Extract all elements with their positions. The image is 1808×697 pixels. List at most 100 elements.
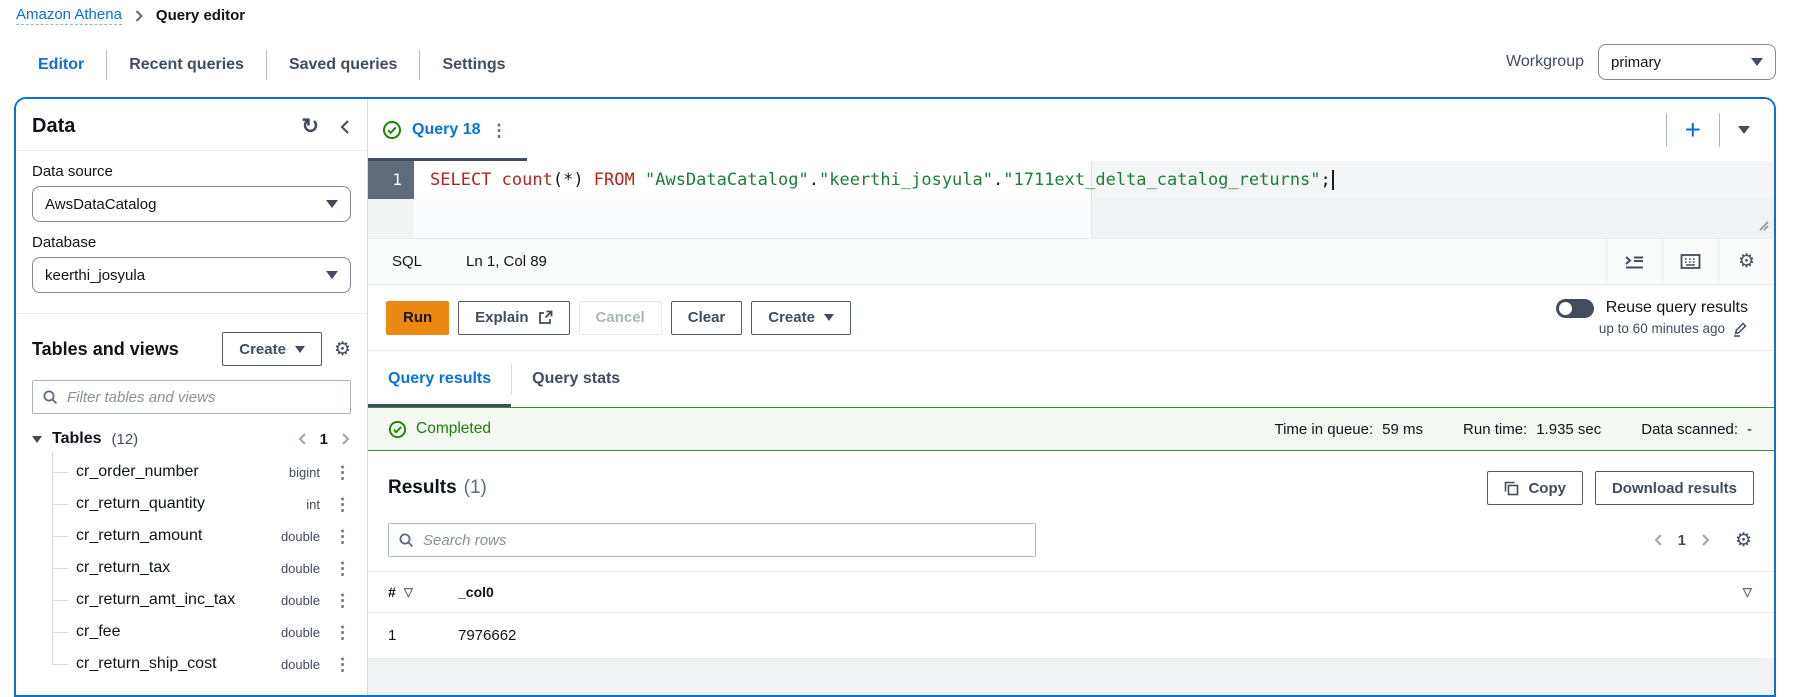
list-item[interactable]: cr_return_amount double ⋮ [52,520,351,552]
database-selected-value: keerthi_josyula [45,267,145,284]
query-tab-kebab-icon[interactable]: ⋮ [490,122,507,139]
edit-pencil-icon[interactable] [1732,321,1748,337]
row-index-cell: 1 [388,627,458,644]
run-button-label: Run [403,309,432,326]
breadcrumb-link-athena[interactable]: Amazon Athena [16,6,122,25]
chevron-down-icon [1751,58,1763,66]
metric-value: 59 ms [1382,421,1423,438]
run-time: Run time: 1.935 sec [1463,421,1601,438]
search-rows-input[interactable] [388,523,1036,557]
kebab-menu-icon[interactable]: ⋮ [334,592,351,609]
editor-status-bar: SQL Ln 1, Col 89 ⚙ [368,239,1774,285]
status-left: SQL Ln 1, Col 89 [368,253,547,270]
kebab-menu-icon[interactable]: ⋮ [334,560,351,577]
kebab-menu-icon[interactable]: ⋮ [334,496,351,513]
list-item[interactable]: cr_order_number bigint ⋮ [52,456,351,488]
explain-button[interactable]: Explain [458,301,569,335]
list-item[interactable]: cr_return_quantity int ⋮ [52,488,351,520]
kebab-menu-icon[interactable]: ⋮ [334,528,351,545]
page-prev-icon[interactable] [297,432,308,446]
page-next-icon[interactable] [1700,533,1711,547]
data-source-select[interactable]: AwsDataCatalog [32,186,351,222]
reuse-results-toggle[interactable] [1556,299,1594,318]
search-icon [42,389,58,405]
column-type: double [281,593,320,608]
editor-settings-gear-icon[interactable]: ⚙ [1718,239,1774,284]
expand-caret-icon[interactable] [32,436,42,443]
divider [1666,113,1667,147]
sql-function: count [491,170,552,190]
sort-filter-icon[interactable]: ▽ [404,585,413,599]
workgroup-select[interactable]: primary [1598,44,1776,80]
metric-label: Data scanned: [1641,421,1738,438]
success-check-icon [388,420,407,439]
resize-handle-icon[interactable] [1755,217,1769,235]
query-tab-title: Query 18 [412,121,480,139]
kebab-menu-icon[interactable]: ⋮ [334,464,351,481]
tab-query-results[interactable]: Query results [368,351,511,407]
tab-recent-queries[interactable]: Recent queries [107,56,266,74]
database-select[interactable]: keerthi_josyula [32,257,351,293]
column-header-col0[interactable]: _col0 [458,584,1743,600]
download-results-button[interactable]: Download results [1595,471,1754,505]
query-tab[interactable]: Query 18 ⋮ [368,99,527,161]
table-row[interactable]: 1 7976662 [368,613,1774,659]
column-name: cr_return_amt_inc_tax [76,591,281,609]
clear-button[interactable]: Clear [671,301,743,335]
query-actions-row: Run Explain Cancel Clear Create Reuse qu… [368,285,1774,351]
tab-query-stats[interactable]: Query stats [512,351,640,407]
cancel-button[interactable]: Cancel [579,301,662,335]
data-sidebar: Data ↻ Data source AwsDataCatalog Databa… [16,99,368,695]
list-item[interactable]: cr_fee double ⋮ [52,616,351,648]
tables-and-views-title: Tables and views [32,339,210,360]
list-item[interactable]: cr_return_amt_inc_tax double ⋮ [52,584,351,616]
index-header-cell: # ▽ [388,584,458,600]
new-tab-plus-icon[interactable]: + [1685,116,1701,144]
results-count: (1) [464,477,487,499]
sql-string: "AwsDataCatalog" [645,170,809,190]
tables-settings-gear-icon[interactable]: ⚙ [334,340,351,359]
tables-group-title: Tables [52,430,102,448]
kebab-menu-icon[interactable]: ⋮ [334,624,351,641]
filter-tables-input[interactable] [32,380,351,414]
copy-button[interactable]: Copy [1487,471,1583,505]
page-next-icon[interactable] [340,432,351,446]
rows-search [388,523,1036,557]
create-button-label: Create [239,341,286,358]
format-code-icon[interactable] [1606,239,1662,284]
download-button-label: Download results [1612,480,1737,497]
list-item[interactable]: cr_return_tax double ⋮ [52,552,351,584]
refresh-icon[interactable]: ↻ [301,116,319,137]
clear-button-label: Clear [688,309,726,326]
success-check-icon [382,120,402,140]
external-link-icon [538,310,553,325]
page-prev-icon[interactable] [1653,533,1664,547]
text-cursor [1332,170,1334,190]
results-title: Results [388,477,457,499]
tab-settings[interactable]: Settings [420,56,527,74]
tab-editor[interactable]: Editor [16,56,106,74]
reuse-results-label: Reuse query results [1606,299,1748,317]
column-filter-icon[interactable]: ▽ [1743,585,1752,599]
index-header-label: # [388,584,396,600]
workgroup-label: Workgroup [1506,53,1584,71]
collapse-panel-icon[interactable] [339,119,351,135]
data-source-selected-value: AwsDataCatalog [45,196,156,213]
column-name: cr_return_amount [76,527,281,545]
results-table-header: # ▽ _col0 ▽ [368,571,1774,613]
cursor-position: Ln 1, Col 89 [466,253,547,270]
create-table-button[interactable]: Create [222,332,322,366]
list-item[interactable]: cr_return_ship_cost double ⋮ [52,648,351,680]
create-button[interactable]: Create [751,301,851,335]
kebab-menu-icon[interactable]: ⋮ [334,656,351,673]
reuse-toggle-row: Reuse query results [1556,299,1748,318]
tab-bar-actions: + [1666,113,1774,147]
tab-saved-queries[interactable]: Saved queries [267,56,420,74]
run-button[interactable]: Run [386,301,449,335]
sql-editor[interactable]: 1 SELECT count(*) FROM "AwsDataCatalog".… [368,161,1774,239]
results-settings-gear-icon[interactable]: ⚙ [1735,531,1752,550]
table-columns-list: cr_order_number bigint ⋮ cr_return_quant… [52,456,351,680]
keyboard-shortcuts-icon[interactable] [1662,239,1718,284]
tab-list-caret-icon[interactable] [1738,126,1750,134]
results-page-number: 1 [1678,532,1686,549]
